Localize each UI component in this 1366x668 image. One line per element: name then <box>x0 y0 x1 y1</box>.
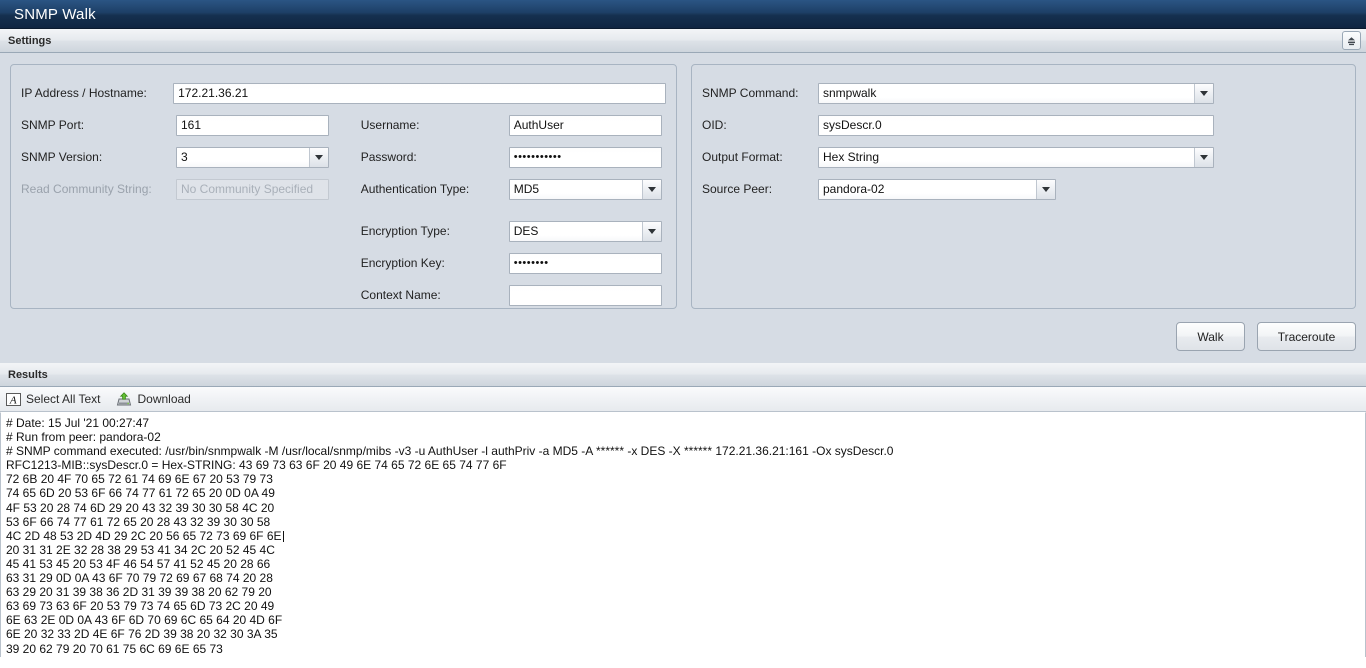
oid-input[interactable]: sysDescr.0 <box>818 114 1214 136</box>
results-line: 45 41 53 45 20 53 4F 46 54 57 41 52 45 2… <box>6 556 271 571</box>
ip-address-row: IP Address / Hostname: 172.21.36.21 <box>21 77 666 109</box>
row-spacer <box>361 205 666 215</box>
svg-text:A: A <box>9 394 17 406</box>
encryption-key-input[interactable]: •••••••• <box>508 252 662 274</box>
download-button[interactable]: Download <box>116 391 191 407</box>
encryption-key-row: Encryption Key: •••••••• <box>361 247 666 279</box>
encryption-type-value: DES <box>509 221 642 241</box>
snmp-command-row: SNMP Command: snmpwalk <box>702 77 1345 109</box>
download-icon <box>116 391 132 407</box>
results-line: 4C 2D 48 53 2D 4D 29 2C 20 56 65 72 73 6… <box>6 529 1360 543</box>
select-all-text-label: Select All Text <box>26 392 101 406</box>
source-peer-value: pandora-02 <box>819 179 1036 199</box>
authentication-type-label: Authentication Type: <box>360 182 470 196</box>
output-format-value: Hex String <box>819 147 1194 167</box>
read-community-input: No Community Specified <box>176 178 329 200</box>
settings-header-label: Settings <box>8 34 52 47</box>
output-format-select[interactable]: Hex String <box>818 146 1214 168</box>
encryption-key-label: Encryption Key: <box>360 256 445 270</box>
oid-label: OID: <box>702 118 727 132</box>
results-line: 20 31 31 2E 32 28 38 29 53 41 34 2C 20 5… <box>6 542 275 557</box>
password-input[interactable]: ••••••••••• <box>508 146 662 168</box>
source-peer-row: Source Peer: pandora-02 <box>702 173 1345 205</box>
left-column-b: Username: AuthUser Password: •••••••••••… <box>361 109 666 311</box>
results-line: 63 69 73 63 6F 20 53 79 73 74 65 6D 73 2… <box>6 599 275 614</box>
source-peer-select[interactable]: pandora-02 <box>818 178 1056 200</box>
collapse-up-icon <box>1346 36 1357 46</box>
snmp-port-input[interactable]: 161 <box>176 114 329 136</box>
results-line: 53 6F 66 74 77 61 72 65 20 28 43 32 39 3… <box>6 514 271 529</box>
results-line: # Run from peer: pandora-02 <box>6 430 161 445</box>
results-line: 74 65 6D 20 53 6F 66 74 77 61 72 65 20 0… <box>6 486 275 501</box>
output-format-row: Output Format: Hex String <box>702 141 1345 173</box>
results-line: 72 6B 20 4F 70 65 72 61 74 69 6E 67 20 5… <box>6 472 273 487</box>
encryption-type-select[interactable]: DES <box>508 220 662 242</box>
read-community-label: Read Community String: <box>21 182 152 196</box>
results-line: 63 31 29 0D 0A 43 6F 70 79 72 69 67 68 7… <box>6 571 273 586</box>
download-label: Download <box>137 392 191 406</box>
chevron-down-icon <box>309 147 328 167</box>
results-line: 6E 63 2E 0D 0A 43 6F 6D 70 69 6C 65 64 2… <box>6 613 283 628</box>
context-name-label: Context Name: <box>360 288 441 302</box>
results-line: # Date: 15 Jul '21 00:27:47 <box>6 416 150 430</box>
authentication-type-row: Authentication Type: MD5 <box>361 173 666 205</box>
chevron-down-icon <box>1194 147 1213 167</box>
authentication-type-value: MD5 <box>509 179 642 199</box>
authentication-type-select[interactable]: MD5 <box>508 178 662 200</box>
command-settings-panel: SNMP Command: snmpwalk OID: sysDescr.0 O… <box>691 64 1356 309</box>
username-row: Username: AuthUser <box>361 109 666 141</box>
snmp-version-label: SNMP Version: <box>21 150 103 164</box>
oid-row: OID: sysDescr.0 <box>702 109 1345 141</box>
snmp-port-row: SNMP Port: 161 <box>21 109 361 141</box>
results-section-header: Results <box>0 363 1366 387</box>
username-input[interactable]: AuthUser <box>508 114 662 136</box>
snmp-command-value: snmpwalk <box>819 83 1194 103</box>
context-name-row: Context Name: <box>361 279 666 311</box>
page-title: SNMP Walk <box>14 5 96 23</box>
ip-address-label: IP Address / Hostname: <box>21 86 147 100</box>
settings-collapse-button[interactable] <box>1342 31 1361 50</box>
walk-button[interactable]: Walk <box>1176 322 1245 351</box>
username-label: Username: <box>360 118 420 132</box>
traceroute-button[interactable]: Traceroute <box>1257 322 1356 351</box>
select-all-text-button[interactable]: A Select All Text <box>6 392 100 407</box>
chevron-down-icon <box>641 179 661 199</box>
results-line: 63 29 20 31 39 38 36 2D 31 39 39 38 20 6… <box>6 585 272 600</box>
window-titlebar: SNMP Walk <box>0 0 1366 29</box>
results-line: 39 20 62 79 20 70 61 75 6C 69 6E 65 73 <box>6 641 223 656</box>
results-line: 4F 53 20 28 74 6D 29 20 43 32 39 30 30 5… <box>6 500 275 515</box>
left-column-a: SNMP Port: 161 SNMP Version: 3 Read Comm… <box>21 109 361 311</box>
select-text-icon: A <box>6 392 21 407</box>
results-line: RFC1213-MIB::sysDescr.0 = Hex-STRING: 43… <box>6 458 507 473</box>
results-output-area[interactable]: # Date: 15 Jul '21 00:27:47 # Run from pe… <box>0 412 1366 657</box>
password-row: Password: ••••••••••• <box>361 141 666 173</box>
output-format-label: Output Format: <box>702 150 783 164</box>
results-line: # SNMP command executed: /usr/bin/snmpwa… <box>6 444 894 459</box>
connection-settings-panel: IP Address / Hostname: 172.21.36.21 SNMP… <box>10 64 677 309</box>
chevron-down-icon <box>1194 83 1213 103</box>
results-output-text: # Date: 15 Jul '21 00:27:47 # Run from pe… <box>6 416 1360 656</box>
context-name-input[interactable] <box>508 284 662 306</box>
settings-section-header: Settings <box>0 29 1366 53</box>
snmp-version-value: 3 <box>177 147 309 167</box>
read-community-row: Read Community String: No Community Spec… <box>21 173 361 205</box>
results-line: 6E 20 32 33 2D 4E 6F 76 2D 39 38 20 32 3… <box>6 627 278 642</box>
snmp-command-select[interactable]: snmpwalk <box>818 82 1214 104</box>
snmp-command-label: SNMP Command: <box>702 86 799 100</box>
chevron-down-icon <box>1036 179 1055 199</box>
snmp-port-label: SNMP Port: <box>21 118 85 132</box>
chevron-down-icon <box>641 221 661 241</box>
encryption-type-row: Encryption Type: DES <box>361 215 666 247</box>
snmp-version-select[interactable]: 3 <box>176 146 329 168</box>
settings-actions: Walk Traceroute <box>1176 322 1356 351</box>
settings-body: IP Address / Hostname: 172.21.36.21 SNMP… <box>0 53 1366 363</box>
encryption-type-label: Encryption Type: <box>360 224 450 238</box>
source-peer-label: Source Peer: <box>702 182 773 196</box>
results-header-label: Results <box>8 368 48 381</box>
snmp-version-row: SNMP Version: 3 <box>21 141 361 173</box>
password-label: Password: <box>360 150 417 164</box>
settings-panels: IP Address / Hostname: 172.21.36.21 SNMP… <box>10 64 1356 309</box>
ip-address-input[interactable]: 172.21.36.21 <box>173 82 666 104</box>
results-toolbar: A Select All Text Download <box>0 387 1366 412</box>
